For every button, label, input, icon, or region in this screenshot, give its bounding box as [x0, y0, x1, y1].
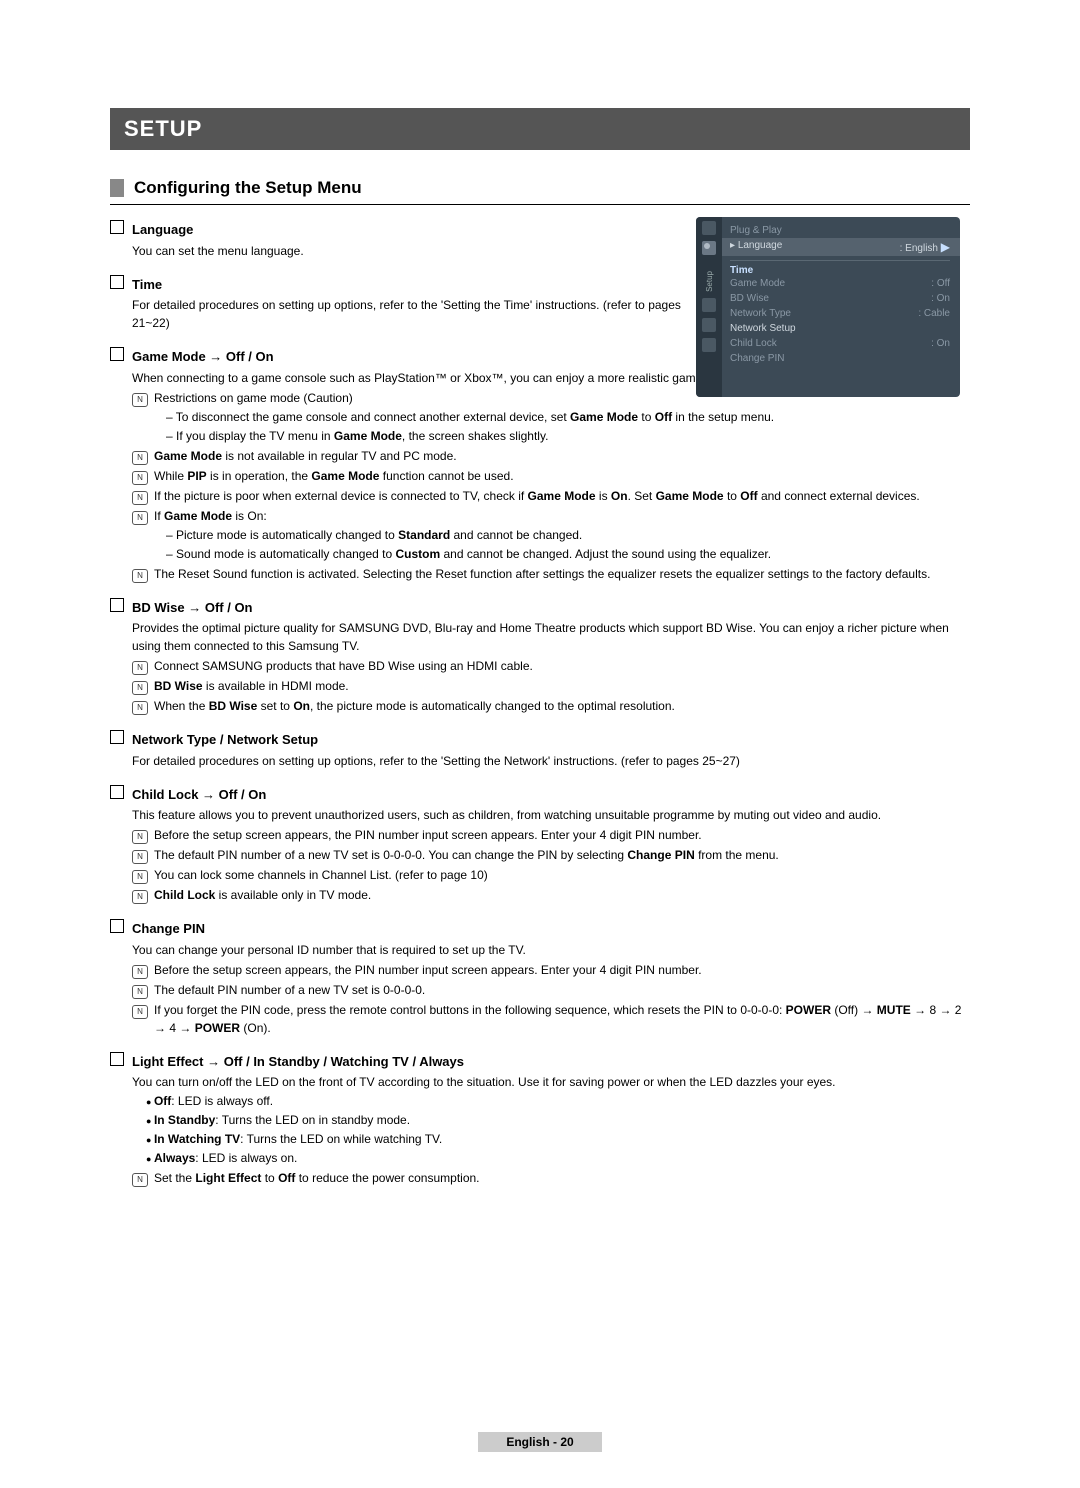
chevron-right-icon: ▶ — [941, 240, 950, 254]
dash-line: Picture mode is automatically changed to… — [166, 526, 970, 544]
bullet-line: In Standby: Turns the LED on in standby … — [146, 1111, 970, 1129]
osd-tab-icon — [702, 338, 716, 352]
note-icon: N — [132, 451, 148, 465]
title-bar: SETUP — [110, 108, 970, 150]
note-icon: N — [132, 965, 148, 979]
osd-game-mode-value: : Off — [931, 278, 950, 289]
osd-time-header: Time — [730, 260, 950, 276]
note-text: Child Lock is available only in TV mode. — [154, 886, 970, 904]
note-text: When the BD Wise set to On, the picture … — [154, 697, 970, 715]
item-bd-wise: BD Wise → Off / On Provides the optimal … — [110, 597, 970, 716]
note-icon: N — [132, 681, 148, 695]
item-light-effect: Light Effect → Off / In Standby / Watchi… — [110, 1051, 970, 1188]
item-desc: For detailed procedures on setting up op… — [132, 752, 970, 770]
note-text: If Game Mode is On: — [154, 507, 970, 525]
osd-changepin-label: Change PIN — [730, 353, 784, 364]
bullet-line: Always: LED is always on. — [146, 1149, 970, 1167]
note-icon: N — [132, 701, 148, 715]
section-title: Configuring the Setup Menu — [134, 178, 362, 198]
osd-netsetup-label: Network Setup — [730, 323, 796, 334]
note-icon: N — [132, 850, 148, 864]
osd-language-label: Language — [738, 240, 783, 251]
section-marker-icon — [110, 179, 124, 197]
checkbox-icon — [110, 730, 124, 744]
note-icon: N — [132, 569, 148, 583]
bullet-line: In Watching TV: Turns the LED on while w… — [146, 1130, 970, 1148]
osd-tab-icon — [702, 241, 716, 255]
footer-lang: English — [506, 1435, 549, 1449]
note-text: If you forget the PIN code, press the re… — [154, 1001, 970, 1037]
osd-nettype-value: : Cable — [918, 308, 950, 319]
note-icon: N — [132, 471, 148, 485]
note-icon: N — [132, 393, 148, 407]
note-icon: N — [132, 1005, 148, 1019]
note-text: The default PIN number of a new TV set i… — [154, 981, 970, 999]
note-icon: N — [132, 830, 148, 844]
note-text: Before the setup screen appears, the PIN… — [154, 826, 970, 844]
item-network: Network Type / Network Setup For detaile… — [110, 729, 970, 770]
checkbox-icon — [110, 275, 124, 289]
osd-tab-icon — [702, 318, 716, 332]
setup-menu-screenshot: Setup Plug & Play ▸ Language : English ▶… — [696, 217, 960, 397]
item-title: Time — [132, 275, 162, 295]
checkbox-icon — [110, 919, 124, 933]
note-text: While PIP is in operation, the Game Mode… — [154, 467, 970, 485]
item-title: Game Mode → Off / On — [132, 347, 274, 367]
note-text: You can lock some channels in Channel Li… — [154, 866, 970, 884]
osd-language-value: : English — [900, 243, 938, 254]
item-desc: For detailed procedures on setting up op… — [132, 296, 692, 332]
bullet-line: Off: LED is always off. — [146, 1092, 970, 1110]
osd-side-label: Setup — [705, 271, 714, 292]
note-icon: N — [132, 1173, 148, 1187]
checkbox-icon — [110, 1052, 124, 1066]
note-icon: N — [132, 985, 148, 999]
item-child-lock: Child Lock → Off / On This feature allow… — [110, 784, 970, 905]
note-text: Before the setup screen appears, the PIN… — [154, 961, 970, 979]
note-text: BD Wise is available in HDMI mode. — [154, 677, 970, 695]
dash-line: Sound mode is automatically changed to C… — [166, 545, 970, 563]
osd-plug-play: Plug & Play — [730, 225, 782, 236]
dash-line: To disconnect the game console and conne… — [166, 408, 970, 426]
item-desc: You can turn on/off the LED on the front… — [132, 1073, 970, 1091]
item-title: Child Lock → Off / On — [132, 785, 266, 805]
note-text: The default PIN number of a new TV set i… — [154, 846, 970, 864]
item-desc: You can change your personal ID number t… — [132, 941, 970, 959]
note-text: Game Mode is not available in regular TV… — [154, 447, 970, 465]
section-heading: Configuring the Setup Menu — [110, 178, 970, 205]
item-desc: Provides the optimal picture quality for… — [132, 619, 970, 655]
item-change-pin: Change PIN You can change your personal … — [110, 918, 970, 1037]
checkbox-icon — [110, 598, 124, 612]
osd-bdwise-label: BD Wise — [730, 293, 769, 304]
checkbox-icon — [110, 220, 124, 234]
osd-childlock-label: Child Lock — [730, 338, 777, 349]
item-title: BD Wise → Off / On — [132, 598, 253, 618]
osd-childlock-value: : On — [931, 338, 950, 349]
footer-page: 20 — [560, 1435, 573, 1449]
item-title: Change PIN — [132, 919, 205, 939]
note-icon: N — [132, 491, 148, 505]
page-footer: English - 20 — [0, 1432, 1080, 1452]
note-text: If the picture is poor when external dev… — [154, 487, 970, 505]
checkbox-icon — [110, 347, 124, 361]
osd-tab-icon — [702, 298, 716, 312]
osd-game-mode-label: Game Mode — [730, 278, 785, 289]
note-icon: N — [132, 890, 148, 904]
note-icon: N — [132, 870, 148, 884]
item-desc: This feature allows you to prevent unaut… — [132, 806, 970, 824]
osd-nettype-label: Network Type — [730, 308, 791, 319]
item-title: Light Effect → Off / In Standby / Watchi… — [132, 1052, 464, 1072]
osd-tab-icon — [702, 221, 716, 235]
item-title: Language — [132, 220, 193, 240]
note-icon: N — [132, 661, 148, 675]
dash-line: If you display the TV menu in Game Mode,… — [166, 427, 970, 445]
item-title: Network Type / Network Setup — [132, 730, 318, 750]
note-text: The Reset Sound function is activated. S… — [154, 565, 970, 583]
gear-icon — [702, 241, 712, 251]
osd-bdwise-value: : On — [931, 293, 950, 304]
note-text: Set the Light Effect to Off to reduce th… — [154, 1169, 970, 1187]
note-text: Connect SAMSUNG products that have BD Wi… — [154, 657, 970, 675]
note-icon: N — [132, 511, 148, 525]
checkbox-icon — [110, 785, 124, 799]
